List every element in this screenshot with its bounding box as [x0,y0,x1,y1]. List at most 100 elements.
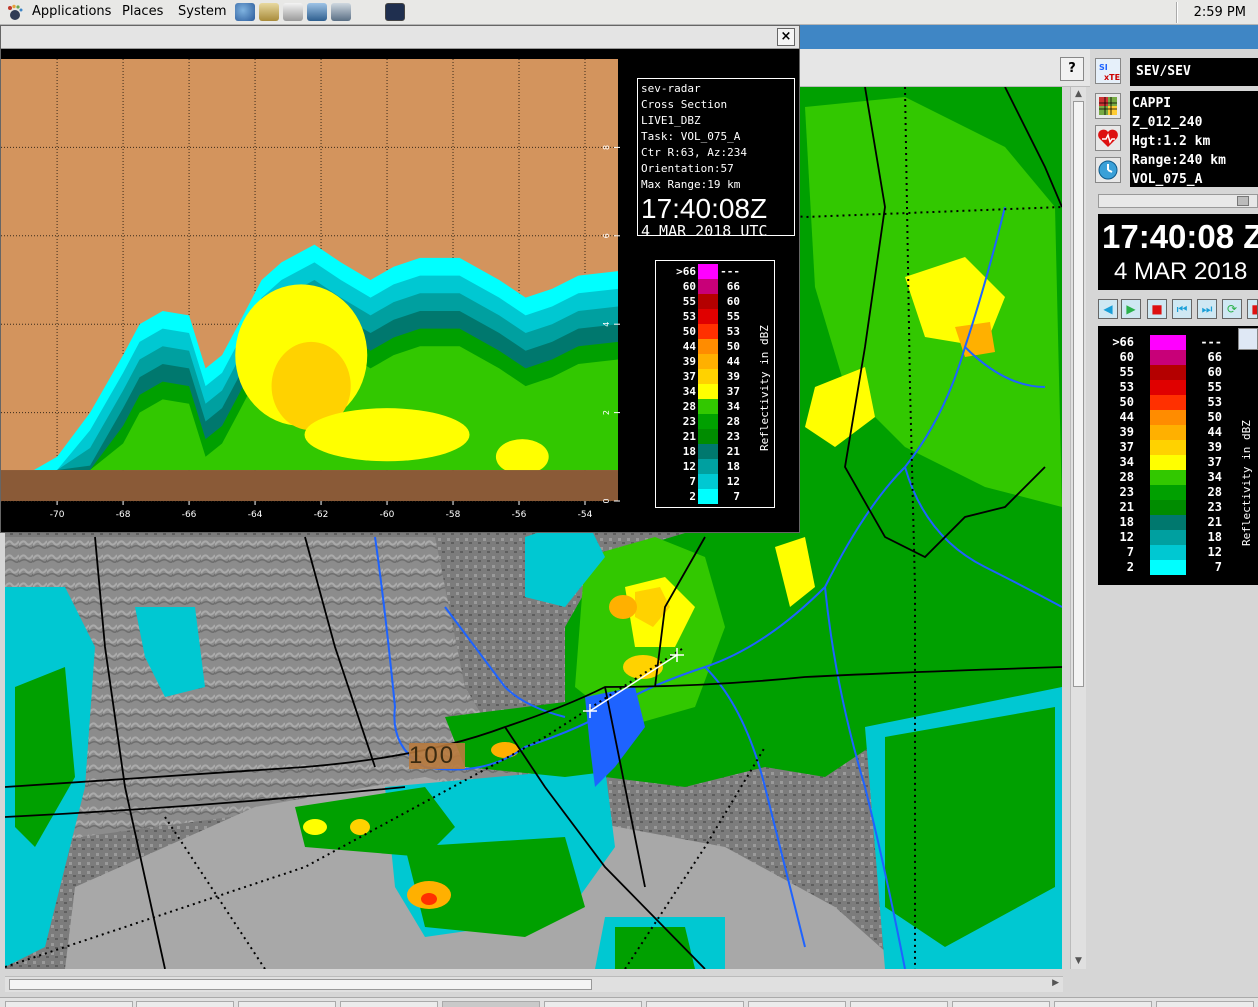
screen-launcher-icon[interactable] [307,3,327,21]
notes-launcher-icon[interactable] [283,3,303,21]
clock[interactable]: 2:59 PM [1194,5,1246,20]
legend-low-label: 2 [689,490,696,503]
legend-high-label: 50 [1207,410,1222,424]
site-xte-icon[interactable]: SI xTE [1095,58,1121,84]
x-tick-label: -64 [248,510,263,520]
loop-button[interactable]: ⟳ [1222,299,1242,319]
toolbar [795,49,1090,87]
y-tick-label: 4 [602,322,611,327]
window-titlebar[interactable] [795,25,1258,49]
legend-high-label: 44 [1207,425,1222,439]
time-value: 17:40:08 Z [1102,218,1258,255]
legend-low-label: 60 [1119,350,1134,364]
scroll-up-icon[interactable]: ▲ [1073,88,1084,100]
terminal-launcher-icon[interactable] [385,3,405,21]
x-tick-label: -56 [512,510,527,520]
legend-high-label: 60 [726,295,740,308]
legend-swatch [1150,335,1186,350]
browser-launcher-icon[interactable] [235,3,255,21]
legend-swatch [1150,395,1186,410]
network-launcher-icon[interactable] [331,3,351,21]
first-frame-icon: ⏮ [1176,302,1188,316]
extra-icon: ■ [1248,300,1257,318]
legend-low-label: 23 [1119,485,1134,499]
close-button[interactable]: × [777,28,795,46]
stop-button[interactable]: ■ [1147,299,1167,319]
taskbar-item[interactable] [5,1001,133,1007]
vertical-scrollbar[interactable]: ▲ ▼ [1070,87,1086,969]
scroll-down-icon[interactable]: ▼ [1073,955,1084,967]
x-tick-label: -58 [446,510,461,520]
taskbar-item[interactable] [952,1001,1050,1007]
stop-icon: ■ [1151,302,1163,316]
popup-titlebar[interactable]: × [1,26,799,49]
taskbar-item[interactable] [1156,1001,1254,1007]
legend-high-label: 55 [1207,380,1222,394]
last-frame-button[interactable]: ⏭ [1197,299,1217,319]
menu-places[interactable]: Places [122,4,163,19]
taskbar-item[interactable] [748,1001,846,1007]
legend-swatch [1150,440,1186,455]
file-manager-launcher-icon[interactable] [259,3,279,21]
menu-applications[interactable]: Applications [32,4,111,19]
legend-low-label: 28 [1119,470,1134,484]
y-tick-label: 0 [602,498,611,503]
product-field: Z_012_240 [1132,115,1203,130]
top-panel: Applications Places System 2:59 PM [0,0,1258,25]
cross-section-window[interactable]: × -70 -68 -66 -64 -62 -60 -58 -56 -54 0 2 4 6 8 sev-r… [0,25,800,533]
legend-high-label: 37 [726,385,740,398]
taskbar-item[interactable] [136,1001,234,1007]
echo-core [495,439,549,475]
step-back-icon: ◀ [1103,302,1113,316]
taskbar-item[interactable] [1054,1001,1152,1007]
horizontal-scrollbar[interactable]: ▶ [5,976,1063,992]
taskbar-item[interactable] [238,1001,336,1007]
taskbar-item-active[interactable] [442,1001,540,1007]
site-name[interactable]: SEV/SEV [1130,58,1258,86]
legend-high-label: 28 [726,415,740,428]
taskbar-item[interactable] [646,1001,744,1007]
play-button[interactable]: ▶ [1121,299,1141,319]
task-name: Task: VOL_075_A [641,130,741,143]
loop-icon: ⟳ [1226,302,1238,316]
legend-palette-icon[interactable] [1238,328,1258,350]
clock-icon[interactable] [1095,157,1121,183]
legend-low-label: 50 [1119,395,1134,409]
scroll-right-icon[interactable]: ▶ [1052,978,1059,988]
panel-separator [1176,2,1178,23]
legend-swatch [1150,485,1186,500]
product-task: VOL_075_A [1132,172,1203,187]
palette-icon[interactable] [1095,93,1121,119]
legend-low-label: 55 [1119,365,1134,379]
vertical-scroll-thumb[interactable] [1073,101,1084,687]
play-icon: ▶ [1126,302,1136,316]
legend-high-label: --- [720,265,740,278]
gnome-foot-icon[interactable] [6,4,24,22]
legend-swatch [1150,530,1186,545]
legend-low-label: 53 [1119,380,1134,394]
extra-button[interactable]: ■ [1247,299,1258,319]
taskbar-item[interactable] [340,1001,438,1007]
x-tick-label: -62 [314,510,329,520]
legend-high-label: 7 [733,490,740,503]
product-info: CAPPI Z_012_240 Hgt:1.2 km Range:240 km … [1130,91,1258,187]
ground-band [1,470,618,501]
product-range: Range:240 km [1132,153,1226,168]
legend-swatch [1150,380,1186,395]
legend-swatch [1150,410,1186,425]
legend-swatch [1150,470,1186,485]
legend-high-label: 23 [1207,500,1222,514]
taskbar-item[interactable] [544,1001,642,1007]
x-tick-label: -54 [578,510,593,520]
heart-icon[interactable] [1095,125,1121,151]
legend-swatch [1150,500,1186,515]
first-frame-button[interactable]: ⏮ [1172,299,1192,319]
time-slider-knob[interactable] [1237,196,1249,206]
step-back-button[interactable]: ◀ [1098,299,1118,319]
legend-high-label: 39 [726,370,740,383]
taskbar-item[interactable] [850,1001,948,1007]
menu-system[interactable]: System [178,4,226,19]
time-slider[interactable] [1098,194,1258,208]
help-button[interactable]: ? [1060,57,1084,81]
horizontal-scroll-thumb[interactable] [9,979,592,990]
